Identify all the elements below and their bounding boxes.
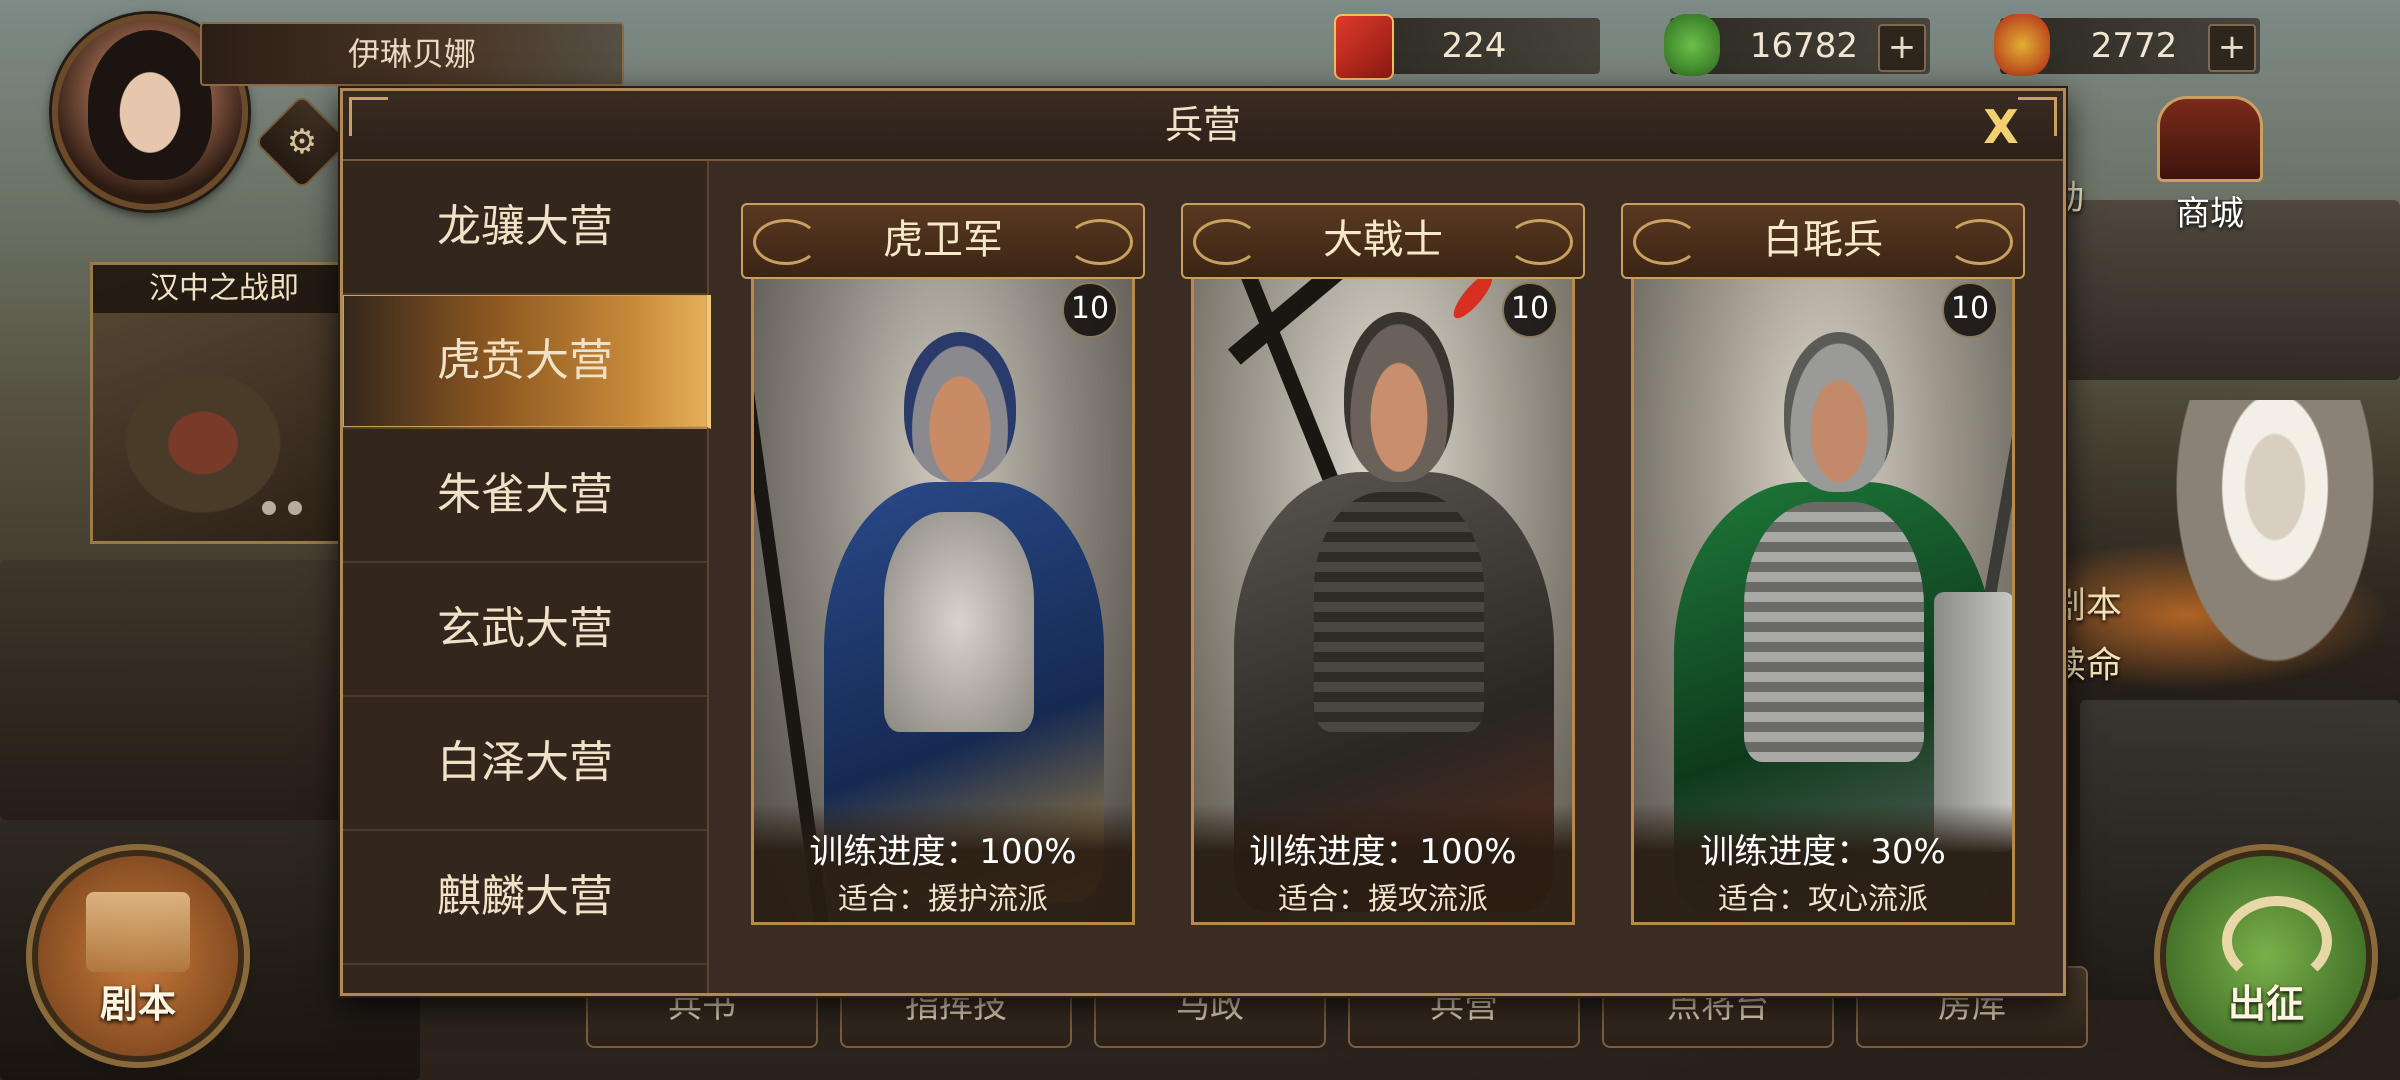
script-label: 剧本 xyxy=(99,982,176,1026)
troop-card[interactable]: 10 训练进度：30% 适合：攻心流派 白毦兵 xyxy=(1621,203,2025,925)
red-token-icon xyxy=(1334,14,1394,80)
troop-suitability: 适合：援攻流派 xyxy=(1278,882,1488,917)
troop-level-badge: 10 xyxy=(1502,282,1558,338)
training-progress: 训练进度：30% xyxy=(1700,832,1946,872)
dialog-title: 兵营 xyxy=(343,91,2063,161)
camp-sidebar: 龙骧大营 虎贲大营 朱雀大营 玄武大营 白泽大营 麒麟大营 xyxy=(343,161,711,993)
soldier-head xyxy=(904,332,1016,482)
camp-qilin[interactable]: 麒麟大营 xyxy=(343,831,707,965)
currency-value: 16782 xyxy=(1749,26,1859,66)
camp-baize[interactable]: 白泽大营 xyxy=(343,697,707,831)
card-frame: 10 训练进度：100% 适合：援攻流派 xyxy=(1191,259,1575,925)
soldier-armor xyxy=(884,512,1034,732)
soldier-head xyxy=(1784,332,1894,492)
troop-level-badge: 10 xyxy=(1942,282,1998,338)
soldier-armor xyxy=(1744,502,1924,762)
barracks-dialog: 兵营 X 龙骧大营 虎贲大营 朱雀大营 玄武大营 白泽大营 麒麟大营 10 训练… xyxy=(340,88,2066,996)
jade-icon xyxy=(1664,14,1720,76)
camp-xuanwu[interactable]: 玄武大营 xyxy=(343,563,707,697)
currency-red-token: 224 xyxy=(1334,14,1600,80)
troop-name: 大戟士 xyxy=(1181,203,1585,279)
card-frame: 10 训练进度：30% 适合：攻心流派 xyxy=(1631,259,2015,925)
card-info: 训练进度：100% 适合：援攻流派 xyxy=(1194,804,1572,922)
troop-suitability: 适合：援护流派 xyxy=(838,882,1048,917)
currency-value: 224 xyxy=(1441,26,1507,66)
currency-jade: 16782 + xyxy=(1664,14,1930,76)
march-button[interactable]: 出征 xyxy=(2166,856,2366,1056)
banner-pagination xyxy=(262,500,314,519)
close-button[interactable]: X xyxy=(1973,99,2029,155)
soldier-armor xyxy=(1314,492,1484,732)
shop-button[interactable]: 商城 xyxy=(2150,96,2270,234)
troop-suitability: 适合：攻心流派 xyxy=(1718,882,1928,917)
card-info: 训练进度：30% 适合：攻心流派 xyxy=(1634,804,2012,922)
event-banner[interactable]: 汉中之战即 xyxy=(90,262,376,544)
training-progress: 训练进度：100% xyxy=(809,832,1077,872)
page-dot xyxy=(262,501,276,515)
banner-title: 汉中之战即 xyxy=(93,265,373,313)
add-jade-button[interactable]: + xyxy=(1878,24,1926,72)
soldier-head xyxy=(1344,312,1454,482)
page-dot xyxy=(288,501,302,515)
training-progress: 训练进度：100% xyxy=(1249,832,1517,872)
script-button[interactable]: 剧本 xyxy=(38,856,238,1056)
frame-ornament xyxy=(349,97,388,136)
event-character[interactable] xyxy=(2160,400,2390,690)
currency-gold-jade: 2772 + xyxy=(1994,14,2260,76)
avatar-portrait xyxy=(88,30,212,180)
camp-zhuque[interactable]: 朱雀大营 xyxy=(343,429,707,563)
troop-card[interactable]: 10 训练进度：100% 适合：援护流派 虎卫军 xyxy=(741,203,1145,925)
banner-artwork xyxy=(123,335,323,515)
gold-jade-icon xyxy=(1994,14,2050,76)
troop-level-badge: 10 xyxy=(1062,282,1118,338)
shop-pavilion-icon xyxy=(2157,96,2263,182)
currency-value: 2772 xyxy=(2090,26,2178,66)
player-name: 伊琳贝娜 xyxy=(200,22,624,86)
troop-name: 白毦兵 xyxy=(1621,203,2025,279)
scroll-icon xyxy=(86,892,190,972)
troop-card[interactable]: 10 训练进度：100% 适合：援攻流派 大戟士 xyxy=(1181,203,1585,925)
gear-icon: ⚙ xyxy=(286,122,318,162)
troop-name: 虎卫军 xyxy=(741,203,1145,279)
camp-longxiang[interactable]: 龙骧大营 xyxy=(343,161,707,295)
background-building xyxy=(0,560,340,820)
camp-huben[interactable]: 虎贲大营 xyxy=(343,295,711,429)
add-gold-jade-button[interactable]: + xyxy=(2208,24,2256,72)
shop-label: 商城 xyxy=(2176,194,2244,234)
card-info: 训练进度：100% 适合：援护流派 xyxy=(754,804,1132,922)
card-frame: 10 训练进度：100% 适合：援护流派 xyxy=(751,259,1135,925)
march-label: 出征 xyxy=(2227,982,2304,1026)
